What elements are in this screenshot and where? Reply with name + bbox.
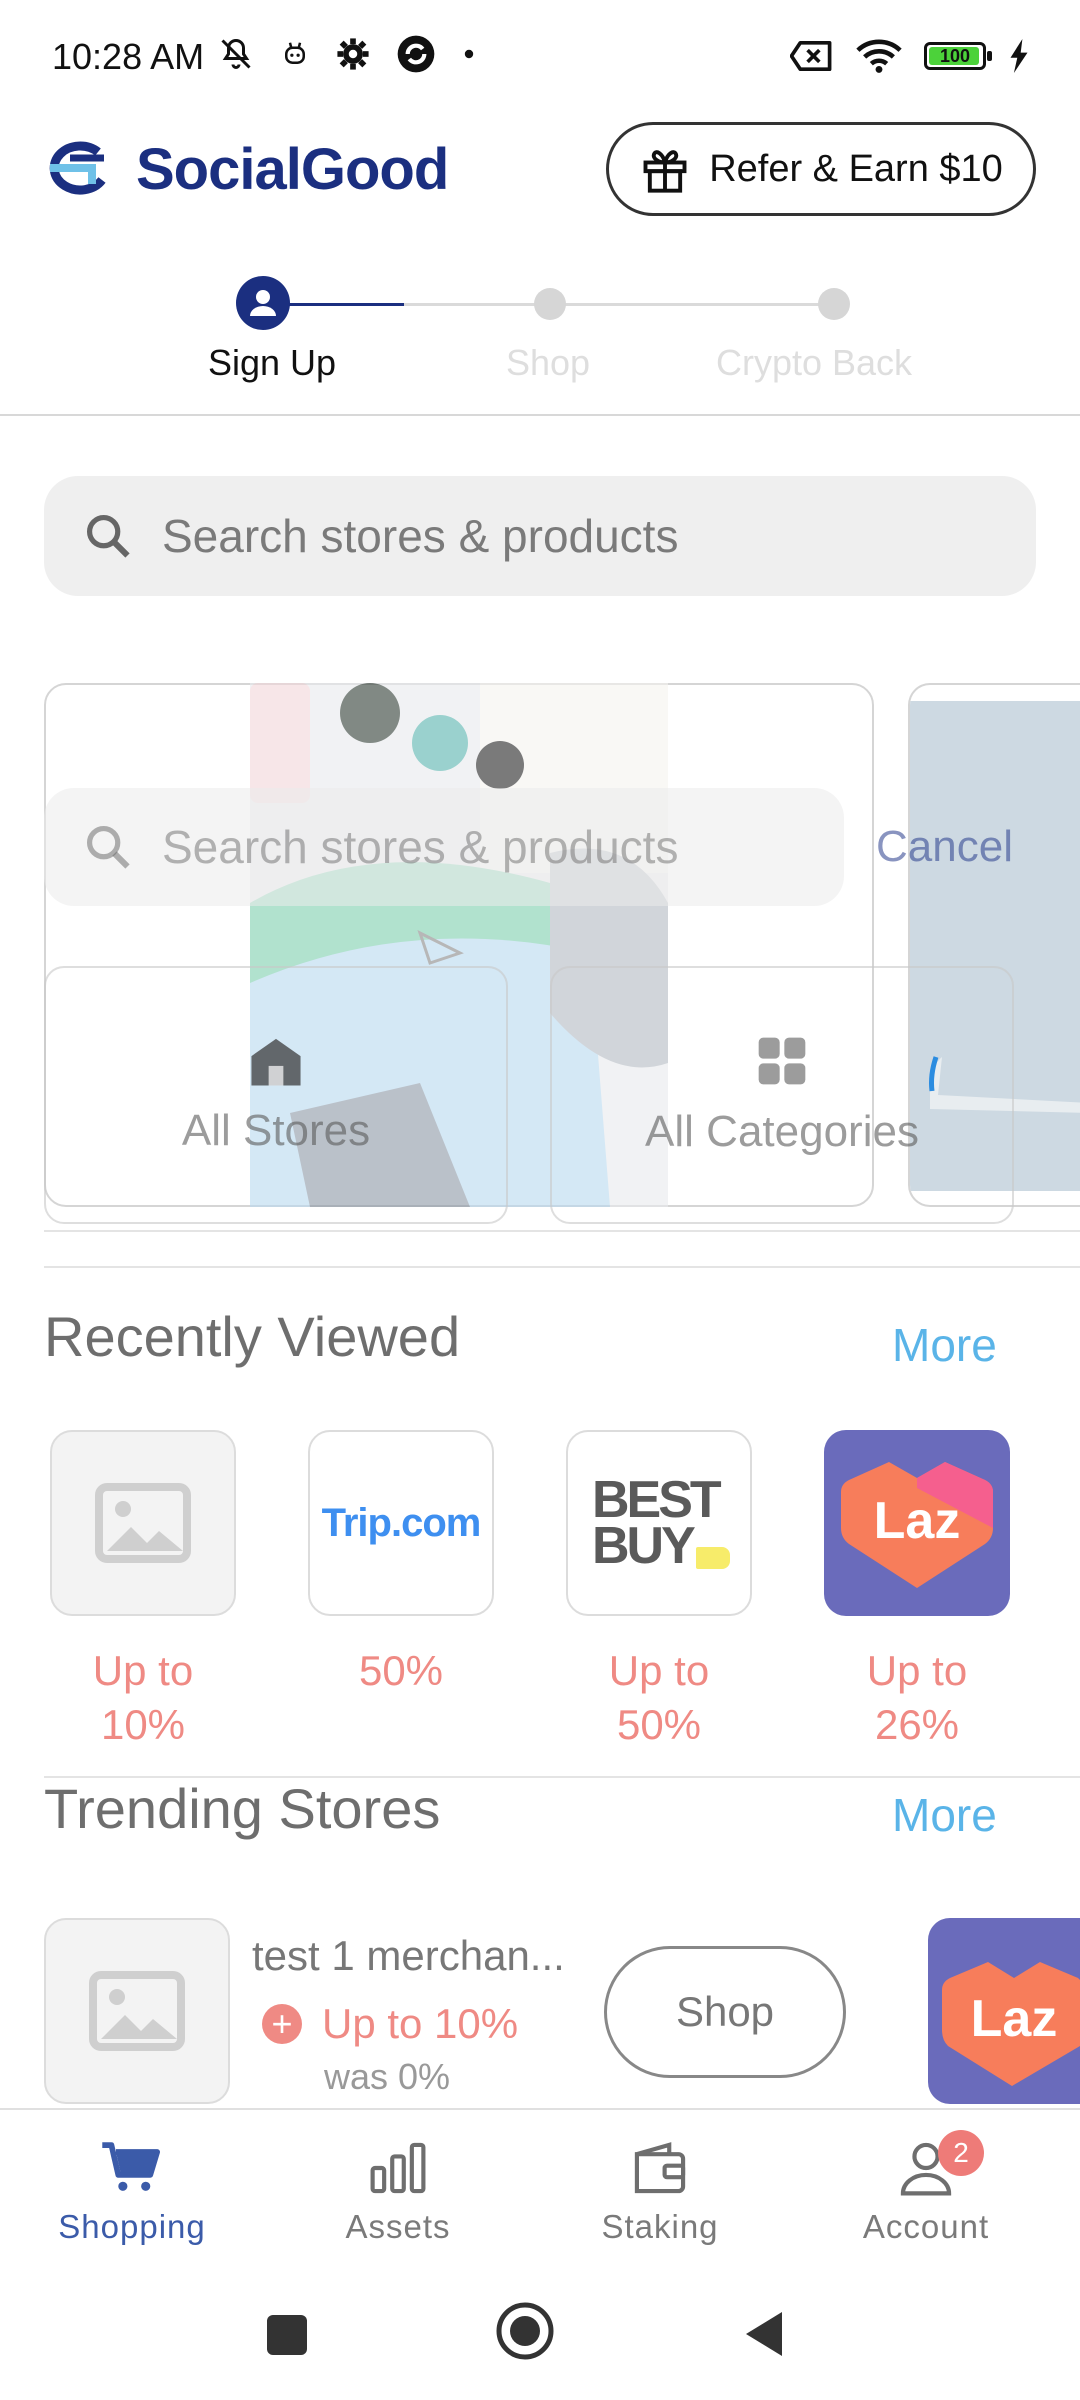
search-placeholder: Search stores & products — [162, 510, 679, 562]
back-button[interactable] — [742, 2308, 788, 2360]
app-logo: SocialGood — [42, 136, 449, 203]
cashback-label: Up to 10% — [92, 1647, 194, 1748]
svg-text:Laz: Laz — [874, 1492, 961, 1550]
recent-store-1[interactable] — [50, 1430, 236, 1616]
overlay-search-bar[interactable]: Search stores & products — [44, 788, 844, 906]
svg-text:Laz: Laz — [971, 1990, 1058, 2048]
wifi-icon — [856, 39, 902, 73]
step-label-shop: Shop — [505, 342, 591, 383]
person-icon — [250, 290, 276, 316]
placeholder-image-icon — [95, 1483, 191, 1563]
home-button[interactable] — [494, 2300, 556, 2362]
plus-icon: + — [262, 2004, 302, 2044]
cashback-label: Up to 50% — [608, 1647, 710, 1748]
trending-store-thumbnail[interactable] — [44, 1918, 230, 2104]
cart-icon — [102, 2142, 160, 2191]
search-bar[interactable]: Search stores & products — [44, 476, 1036, 596]
all-categories-button[interactable]: All Categories — [550, 966, 1014, 1224]
recent-store-3[interactable]: BEST BUY — [566, 1430, 752, 1616]
notification-badge: 2 — [938, 2130, 984, 2176]
dot-icon — [464, 49, 474, 59]
trending-store-name[interactable]: test 1 merchan... — [252, 1932, 565, 1980]
trending-stores-more-link[interactable]: More — [892, 1788, 997, 1842]
status-time: 10:28 AM — [52, 36, 205, 77]
mute-icon — [221, 38, 251, 69]
status-icons-right: 100 — [790, 38, 1030, 74]
step-dot-crypto-back — [818, 288, 850, 320]
step-dot-shop — [534, 288, 566, 320]
trending-store-cashback: Up to 10% — [322, 2000, 519, 2047]
trending-store-offer: + Up to 10% — [262, 2000, 518, 2048]
bottom-navigation: Shopping Assets Staking Account 2 — [0, 2108, 1080, 2274]
recently-viewed-more-link[interactable]: More — [892, 1318, 997, 1372]
trending-stores-title: Trending Stores — [44, 1777, 441, 1840]
overlay-search-placeholder: Search stores & products — [162, 821, 679, 873]
divider — [44, 1266, 1080, 1268]
lazada-logo: Laz — [928, 1918, 1080, 2104]
step-dot-sign-up — [236, 276, 290, 330]
step-line-inactive — [404, 303, 836, 306]
shop-button[interactable]: Shop — [604, 1946, 846, 2078]
overlay-search-icon — [86, 825, 130, 869]
trending-store-next[interactable]: Laz — [928, 1918, 1080, 2104]
trip-com-logo: Trip.com — [321, 1500, 482, 1545]
app-icon — [397, 35, 435, 73]
grid-icon — [758, 1037, 806, 1085]
nav-account[interactable]: Account 2 — [826, 2130, 1026, 2246]
best-buy-logo: BEST BUY — [592, 1474, 730, 1572]
status-icons-left — [218, 34, 476, 74]
nav-label-assets: Assets — [345, 2208, 451, 2245]
divider — [44, 1230, 1080, 1232]
gear-icon — [337, 38, 369, 70]
placeholder-image-icon — [89, 1971, 185, 2051]
onboarding-stepper: Sign Up Shop Crypto Back — [0, 270, 1080, 416]
refer-label: Refer & Earn $10 — [709, 147, 1003, 190]
step-label-sign-up: Sign Up — [207, 342, 337, 383]
logo-text: SocialGood — [136, 137, 449, 202]
search-icon — [86, 514, 130, 558]
socialgood-logo-icon — [49, 141, 106, 195]
all-stores-label: All Stores — [181, 1106, 371, 1155]
all-stores-button[interactable]: All Stores — [44, 966, 508, 1224]
system-navigation-bar — [0, 2274, 1080, 2400]
all-categories-label: All Categories — [645, 1107, 919, 1156]
nav-label-shopping: Shopping — [58, 2208, 206, 2245]
step-label-crypto-back: Crypto Back — [715, 342, 913, 383]
trending-store-was: was 0% — [324, 2056, 451, 2097]
store-icon — [251, 1038, 301, 1086]
recent-store-4[interactable]: Laz — [824, 1430, 1010, 1616]
battery-level: 100 — [939, 45, 971, 66]
recents-button[interactable] — [264, 2312, 310, 2358]
nav-label-account: Account — [862, 2208, 990, 2245]
nav-staking[interactable]: Staking — [560, 2140, 760, 2246]
screen-x-icon — [790, 40, 832, 72]
bot-icon — [285, 42, 305, 64]
status-bar: 10:28 AM 100 — [0, 0, 1080, 120]
cashback-label: Up to 26% — [866, 1647, 968, 1748]
wallet-icon — [634, 2142, 686, 2194]
nav-label-staking: Staking — [601, 2208, 719, 2245]
bar-chart-icon — [370, 2142, 426, 2194]
recently-viewed-title: Recently Viewed — [44, 1305, 461, 1368]
gift-icon — [643, 150, 687, 193]
cashback-label: 50% — [358, 1647, 444, 1694]
nav-assets[interactable]: Assets — [298, 2140, 498, 2246]
lazada-logo: Laz — [841, 1462, 993, 1588]
refer-and-earn-button[interactable]: Refer & Earn $10 — [606, 122, 1036, 216]
battery-icon: 100 — [924, 42, 992, 70]
charging-icon — [1010, 39, 1028, 73]
recent-store-2[interactable]: Trip.com — [308, 1430, 494, 1616]
nav-shopping[interactable]: Shopping — [32, 2140, 232, 2246]
cancel-button[interactable]: Cancel — [876, 822, 1013, 872]
